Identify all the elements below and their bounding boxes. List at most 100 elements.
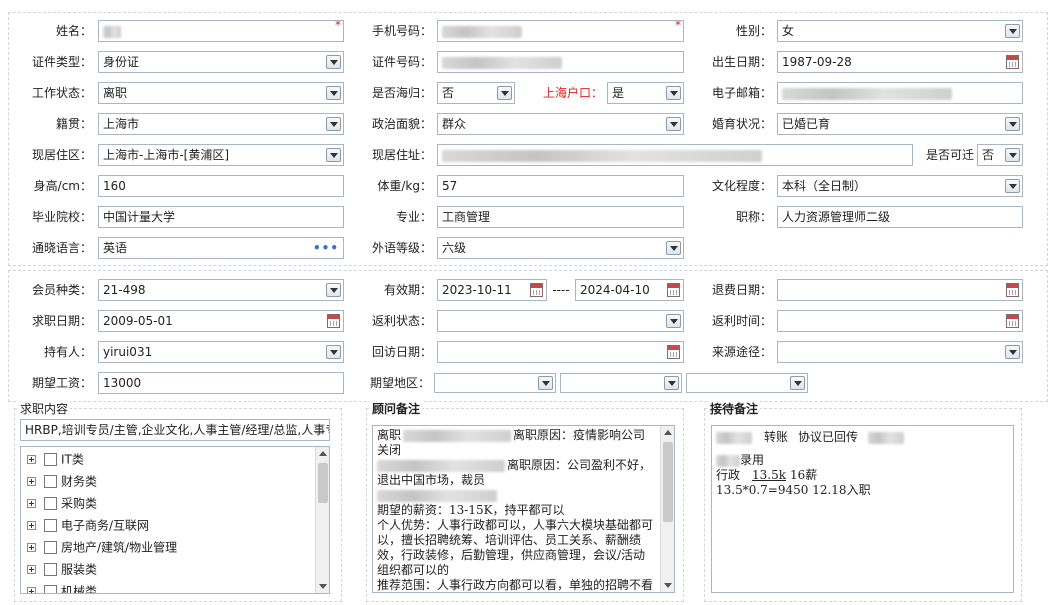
- school-input[interactable]: 中国计量大学: [98, 206, 344, 228]
- gender-select[interactable]: 女: [777, 20, 1023, 42]
- chevron-down-icon[interactable]: [326, 283, 341, 297]
- birth-date-input[interactable]: 1987-09-28: [777, 51, 1023, 73]
- chevron-down-icon[interactable]: [666, 117, 681, 131]
- refund-date-input[interactable]: [777, 279, 1023, 301]
- tree-item-ecommerce[interactable]: 电子商务/互联网: [27, 515, 149, 535]
- advisor-notes-textarea[interactable]: 离职 离职原因：疫情影响公司 关闭 离职原因：公司盈利不好， 退出中国市场，裁员 …: [372, 425, 675, 593]
- residence-area-select[interactable]: 上海市-上海市-[黄浦区]: [98, 144, 344, 166]
- expand-icon[interactable]: [27, 455, 36, 464]
- scroll-up-icon[interactable]: [319, 451, 327, 456]
- relocate-select[interactable]: 否: [977, 144, 1023, 166]
- expand-icon[interactable]: [27, 587, 36, 593]
- valid-end-input[interactable]: 2024-04-10: [575, 279, 684, 301]
- holder-select[interactable]: yirui031: [98, 341, 344, 363]
- phone-input[interactable]: *: [437, 20, 684, 42]
- education-select[interactable]: 本科（全日制）: [777, 175, 1023, 197]
- note-line: [377, 488, 656, 503]
- chevron-down-icon[interactable]: [666, 86, 681, 100]
- member-type-select[interactable]: 21-498: [98, 279, 344, 301]
- tree-item-finance[interactable]: 财务类: [27, 471, 97, 491]
- work-status-select[interactable]: 离职: [98, 82, 344, 104]
- category-checkbox[interactable]: [44, 475, 57, 488]
- chevron-down-icon[interactable]: [497, 86, 512, 100]
- chevron-down-icon[interactable]: [1005, 179, 1020, 193]
- calendar-icon[interactable]: [327, 314, 340, 328]
- category-checkbox[interactable]: [44, 563, 57, 576]
- email-input[interactable]: [777, 82, 1023, 104]
- category-checkbox[interactable]: [44, 497, 57, 510]
- political-select[interactable]: 群众: [437, 113, 684, 135]
- height-input[interactable]: 160: [98, 175, 344, 197]
- expand-icon[interactable]: [27, 499, 36, 508]
- chevron-down-icon[interactable]: [326, 86, 341, 100]
- residence-address-input[interactable]: [437, 144, 913, 166]
- chevron-down-icon[interactable]: [326, 55, 341, 69]
- expand-icon[interactable]: [27, 521, 36, 530]
- chevron-down-icon[interactable]: [326, 117, 341, 131]
- work-status-label: 工作状态：: [31, 86, 92, 100]
- tree-scrollbar[interactable]: [315, 447, 329, 593]
- chevron-down-icon[interactable]: [666, 314, 681, 328]
- expand-icon[interactable]: [27, 565, 36, 574]
- expand-icon[interactable]: [27, 543, 36, 552]
- tree-item-purchase[interactable]: 采购类: [27, 493, 97, 513]
- chevron-down-icon[interactable]: [790, 376, 805, 390]
- expected-salary-input[interactable]: 13000: [98, 372, 344, 394]
- advisor-notes-scrollbar[interactable]: [660, 426, 674, 592]
- revisit-date-input[interactable]: [437, 341, 684, 363]
- chevron-down-icon[interactable]: [1005, 117, 1020, 131]
- rebate-status-select[interactable]: [437, 310, 684, 332]
- tree-item-machinery[interactable]: 机械类: [27, 581, 97, 593]
- name-input[interactable]: *: [98, 20, 344, 42]
- id-number-input[interactable]: [437, 51, 684, 73]
- expected-area-district-select[interactable]: [686, 373, 808, 393]
- calendar-icon[interactable]: [1006, 283, 1019, 297]
- returnee-select[interactable]: 否: [437, 82, 515, 104]
- calendar-icon[interactable]: [667, 345, 680, 359]
- category-checkbox[interactable]: [44, 453, 57, 466]
- chevron-down-icon[interactable]: [664, 376, 679, 390]
- scroll-down-icon[interactable]: [319, 584, 327, 589]
- expand-icon[interactable]: [27, 477, 36, 486]
- language-level-select[interactable]: 六级: [437, 237, 684, 259]
- calendar-icon[interactable]: [530, 283, 543, 297]
- sh-hukou-select[interactable]: 是: [607, 82, 684, 104]
- valid-start-input[interactable]: 2023-10-11: [437, 279, 547, 301]
- calendar-icon[interactable]: [1006, 55, 1019, 69]
- native-place-select[interactable]: 上海市: [98, 113, 344, 135]
- chevron-down-icon[interactable]: [326, 345, 341, 359]
- more-icon[interactable]: •••: [313, 238, 339, 258]
- job-seek-date-input[interactable]: 2009-05-01: [98, 310, 344, 332]
- scroll-down-icon[interactable]: [664, 583, 672, 588]
- tree-item-it[interactable]: IT类: [27, 449, 84, 469]
- chevron-down-icon[interactable]: [666, 241, 681, 255]
- title-input[interactable]: 人力资源管理师二级: [777, 206, 1023, 228]
- job-intent-summary-input[interactable]: HRBP,培训专员/主管,企业文化,人事主管/经理/总监,人事专: [20, 419, 330, 441]
- scrollbar-thumb[interactable]: [318, 463, 328, 503]
- id-type-select[interactable]: 身份证: [98, 51, 344, 73]
- scrollbar-thumb[interactable]: [663, 442, 673, 522]
- chevron-down-icon[interactable]: [538, 376, 553, 390]
- marital-select[interactable]: 已婚已育: [777, 113, 1023, 135]
- chevron-down-icon[interactable]: [326, 148, 341, 162]
- language-input[interactable]: 英语 •••: [98, 237, 344, 259]
- expected-area-city-select[interactable]: [560, 373, 682, 393]
- reception-notes-textarea[interactable]: 转账 协议已回传 录用 行政 13.5k 16薪 13.5*0.7=9450 12.1…: [711, 425, 1014, 593]
- major-input[interactable]: 工商管理: [437, 206, 684, 228]
- chevron-down-icon[interactable]: [1005, 24, 1020, 38]
- scroll-up-icon[interactable]: [664, 430, 672, 435]
- weight-input[interactable]: 57: [437, 175, 684, 197]
- source-select[interactable]: [777, 341, 1023, 363]
- category-checkbox[interactable]: [44, 519, 57, 532]
- tree-item-apparel[interactable]: 服装类: [27, 559, 97, 579]
- expected-area-province-select[interactable]: [434, 373, 556, 393]
- job-category-tree[interactable]: IT类 财务类 采购类 电子商务/互联网 房地产/建筑/物业管理 服装类 机械类: [20, 446, 330, 594]
- calendar-icon[interactable]: [1006, 314, 1019, 328]
- chevron-down-icon[interactable]: [1005, 148, 1020, 162]
- rebate-time-input[interactable]: [777, 310, 1023, 332]
- category-checkbox[interactable]: [44, 541, 57, 554]
- chevron-down-icon[interactable]: [1005, 345, 1020, 359]
- calendar-icon[interactable]: [667, 283, 680, 297]
- tree-item-realestate[interactable]: 房地产/建筑/物业管理: [27, 537, 177, 557]
- category-checkbox[interactable]: [44, 585, 57, 593]
